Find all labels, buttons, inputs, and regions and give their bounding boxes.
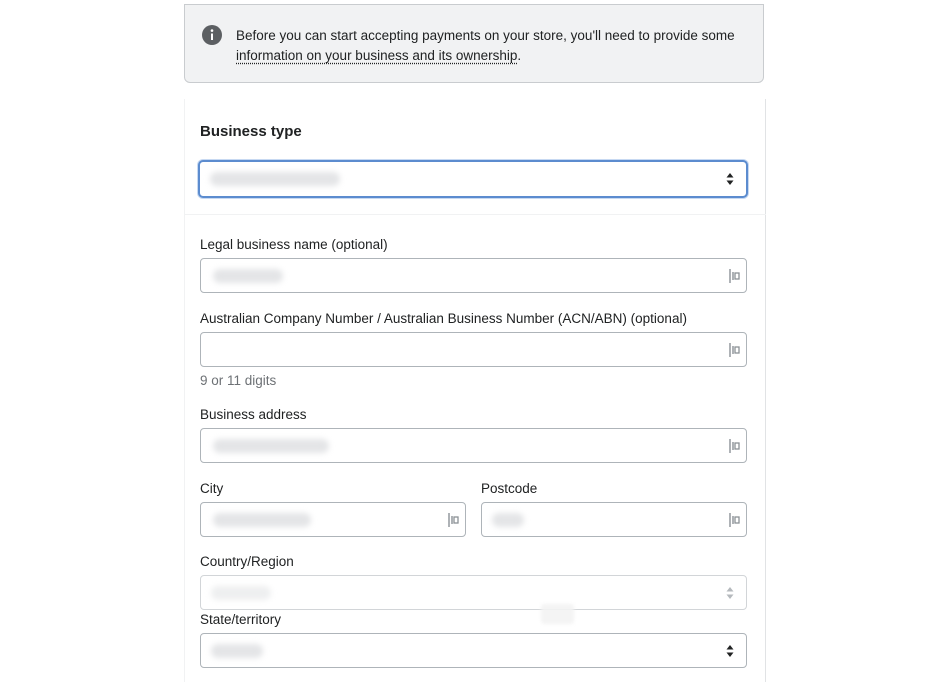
state-territory-select[interactable] xyxy=(200,633,747,668)
banner-message: Before you can start accepting payments … xyxy=(236,26,751,66)
banner-message-text: Before you can start accepting payments … xyxy=(236,28,735,43)
ownership-info-link[interactable]: information on your business and its own… xyxy=(236,48,517,63)
city-label: City xyxy=(200,481,224,496)
blurred-overlay xyxy=(541,604,574,624)
business-type-value xyxy=(210,172,340,186)
business-type-select[interactable] xyxy=(198,160,748,198)
info-icon xyxy=(202,25,222,45)
legal-name-label: Legal business name (optional) xyxy=(200,237,388,252)
info-banner: Before you can start accepting payments … xyxy=(184,4,764,83)
country-region-value xyxy=(211,585,271,600)
autofill-icon[interactable] xyxy=(728,342,740,358)
postcode-input[interactable] xyxy=(481,502,747,537)
business-address-input[interactable] xyxy=(200,428,747,463)
autofill-icon[interactable] xyxy=(728,268,740,284)
banner-message-suffix: . xyxy=(517,48,522,63)
acn-abn-input[interactable] xyxy=(200,332,747,367)
business-type-title: Business type xyxy=(200,123,302,140)
select-arrows-icon xyxy=(726,586,734,599)
autofill-icon[interactable] xyxy=(447,512,459,528)
business-address-label: Business address xyxy=(200,407,307,422)
autofill-icon[interactable] xyxy=(728,512,740,528)
postcode-label: Postcode xyxy=(481,481,538,496)
city-input[interactable] xyxy=(200,502,466,537)
postcode-value xyxy=(492,512,524,527)
legal-name-value xyxy=(213,268,283,283)
legal-name-input[interactable] xyxy=(200,258,747,293)
city-value xyxy=(213,512,311,527)
acn-abn-help-text: 9 or 11 digits xyxy=(200,373,277,388)
acn-abn-label: Australian Company Number / Australian B… xyxy=(200,311,687,326)
business-address-value xyxy=(213,438,329,453)
select-arrows-icon xyxy=(726,644,734,657)
state-territory-value xyxy=(211,643,263,658)
country-region-select[interactable] xyxy=(200,575,747,610)
section-divider xyxy=(184,214,766,215)
select-arrows-icon xyxy=(726,173,734,185)
country-region-label: Country/Region xyxy=(200,554,294,569)
autofill-icon[interactable] xyxy=(728,438,740,454)
state-territory-label: State/territory xyxy=(200,612,282,627)
